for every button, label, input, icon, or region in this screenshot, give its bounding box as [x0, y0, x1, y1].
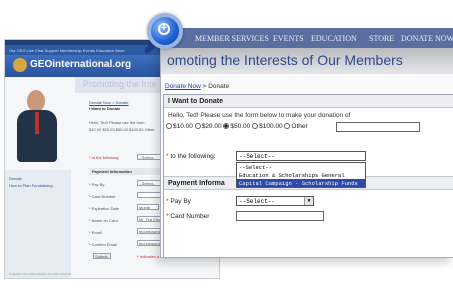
radio-button[interactable] [194, 123, 201, 129]
card-number-input[interactable] [236, 211, 324, 221]
page-title: omoting the Interests of Our Members [167, 52, 403, 68]
required-marker: * [166, 153, 169, 160]
background-footer: Copyright Geo International. All rights … [9, 272, 73, 276]
fund-select[interactable]: --Select-- [236, 151, 366, 161]
main-nav-bar: MEMBER SERVICES EVENTS EDUCATION STORE D… [161, 28, 453, 48]
background-field-label: * Confirm Email [89, 242, 117, 247]
background-field-label: * Expiration Date [89, 206, 120, 211]
background-field-label: * Email [89, 230, 102, 235]
background-greeting: Hello, Ted! Please use the form [89, 120, 145, 125]
breadcrumb: Donate Now > Donate [165, 83, 229, 90]
radio-button[interactable] [252, 123, 259, 129]
background-submit-button[interactable]: Submit [93, 253, 111, 259]
background-page-title: Promoting the Inte [83, 79, 157, 89]
pay-by-label: * Pay By [166, 198, 191, 205]
zoomed-donate-panel: MEMBER SERVICES EVENTS EDUCATION STORE D… [160, 28, 453, 258]
nav-donate-now[interactable]: DONATE NOW [401, 34, 453, 43]
other-amount-input[interactable] [336, 122, 420, 132]
magnifier-lens: + [147, 13, 183, 49]
amount-option[interactable]: $100.00 [252, 123, 283, 130]
background-field-label: * Name on Card [89, 218, 118, 223]
plus-icon: + [158, 23, 170, 35]
amount-options: $10.00 $20.00 $50.00 $100.00 Other [166, 123, 308, 130]
background-field-label: * Card Number [89, 194, 116, 199]
background-to-label: * to the following: [89, 155, 120, 160]
amount-option[interactable]: Other [284, 123, 308, 130]
background-logo: GEOinternational.org [30, 59, 132, 70]
radio-button-selected[interactable] [223, 123, 230, 129]
background-field-input[interactable]: Month [137, 204, 159, 210]
nav-store[interactable]: STORE [369, 34, 394, 43]
breadcrumb-donate-now-link[interactable]: Donate Now [165, 83, 201, 90]
nav-member-services[interactable]: MEMBER SERVICES [195, 34, 269, 43]
card-number-label: * Card Number [166, 213, 210, 220]
donate-form-card: I Want to Donate Hello, Ted! Please use … [163, 94, 453, 257]
amount-option[interactable]: $50.00 [223, 123, 250, 130]
fund-dropdown-list: --Select-- Education & Scholarships Gene… [236, 162, 366, 188]
dropdown-option-highlighted[interactable]: Capital Campaign - Scholarship Funds [237, 179, 365, 187]
nav-education[interactable]: EDUCATION [311, 34, 357, 43]
pay-by-select[interactable]: --Select-- ▼ [236, 196, 314, 206]
background-breadcrumb[interactable]: Donate Now > Donate [89, 100, 128, 105]
greeting-text: Hello, Ted! Please use the form below to… [168, 112, 351, 119]
background-amounts[interactable]: $10.00 $20.00 $50.00 $100.00 Other [89, 127, 155, 132]
background-sidebar-item[interactable]: Donate [9, 176, 22, 181]
donate-form-heading: I Want to Donate [164, 95, 453, 108]
dropdown-arrow-icon[interactable]: ▼ [304, 197, 313, 205]
background-form-heading: I Want to Donate [89, 106, 121, 111]
amount-option[interactable]: $10.00 [166, 123, 193, 130]
dropdown-option[interactable]: Education & Scholarships General [237, 171, 365, 179]
breadcrumb-current: Donate [208, 83, 230, 90]
to-following-label: * to the following: [166, 153, 216, 160]
dropdown-option[interactable]: --Select-- [237, 163, 365, 171]
background-sidebar-item[interactable]: How to Plan Fundraising [9, 183, 53, 188]
magnifier-zoom-icon: + [141, 10, 193, 62]
background-sidebar: Donate How to Plan Fundraising [5, 170, 71, 278]
logo-globe-icon [13, 58, 27, 72]
radio-button[interactable] [284, 123, 291, 129]
amount-option[interactable]: $20.00 [194, 123, 222, 130]
radio-button[interactable] [166, 123, 172, 129]
businessman-photo [13, 88, 61, 164]
background-field-label: * Pay By [89, 182, 105, 187]
nav-events[interactable]: EVENTS [273, 34, 304, 43]
